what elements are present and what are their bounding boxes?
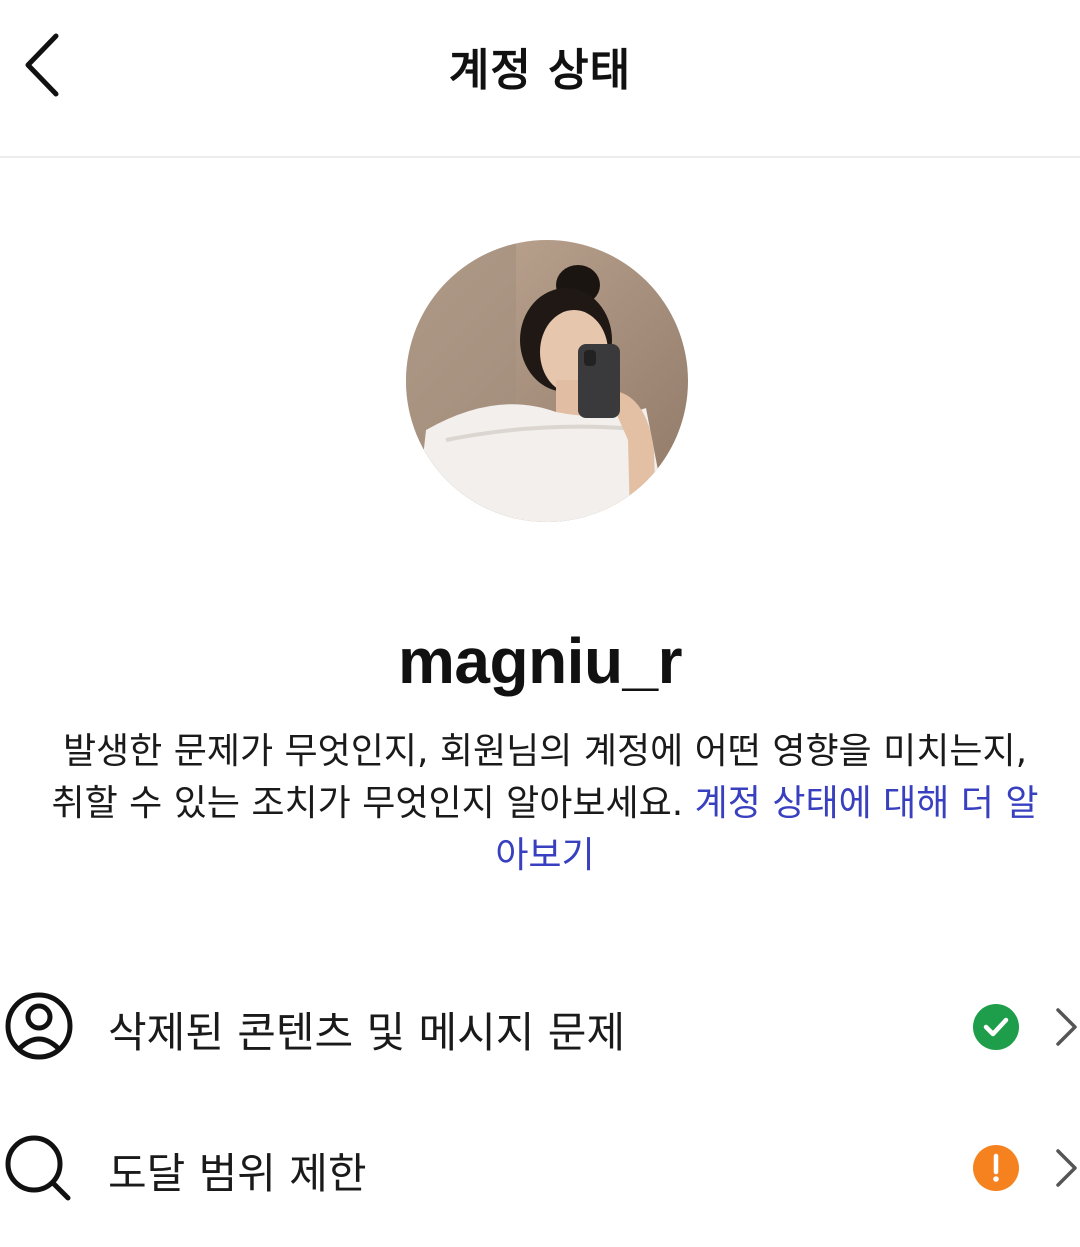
chevron-right-icon [1056, 1149, 1077, 1187]
status-item-label: 삭제된 콘텐츠 및 메시지 문제 [108, 1008, 626, 1057]
status-item-label: 도달 범위 제한 [108, 1149, 367, 1198]
status-item-reach-limit[interactable]: 도달 범위 제한 [0, 1112, 1080, 1222]
username: magniu_r [397, 625, 683, 697]
top-bar: 계정 상태 [0, 0, 1080, 158]
profile-avatar [406, 240, 688, 522]
warning-circle-icon [973, 1145, 1019, 1191]
chevron-right-icon [1056, 1008, 1077, 1046]
description: 발생한 문제가 무엇인지, 회원님의 계정에 어떤 영향을 미치는지, 취할 수… [50, 726, 1040, 882]
page-title: 계정 상태 [448, 45, 632, 96]
person-circle-icon [5, 992, 73, 1060]
search-icon [5, 1135, 71, 1201]
check-circle-icon [973, 1004, 1019, 1050]
status-item-removed-content[interactable]: 삭제된 콘텐츠 및 메시지 문제 [0, 971, 1080, 1081]
